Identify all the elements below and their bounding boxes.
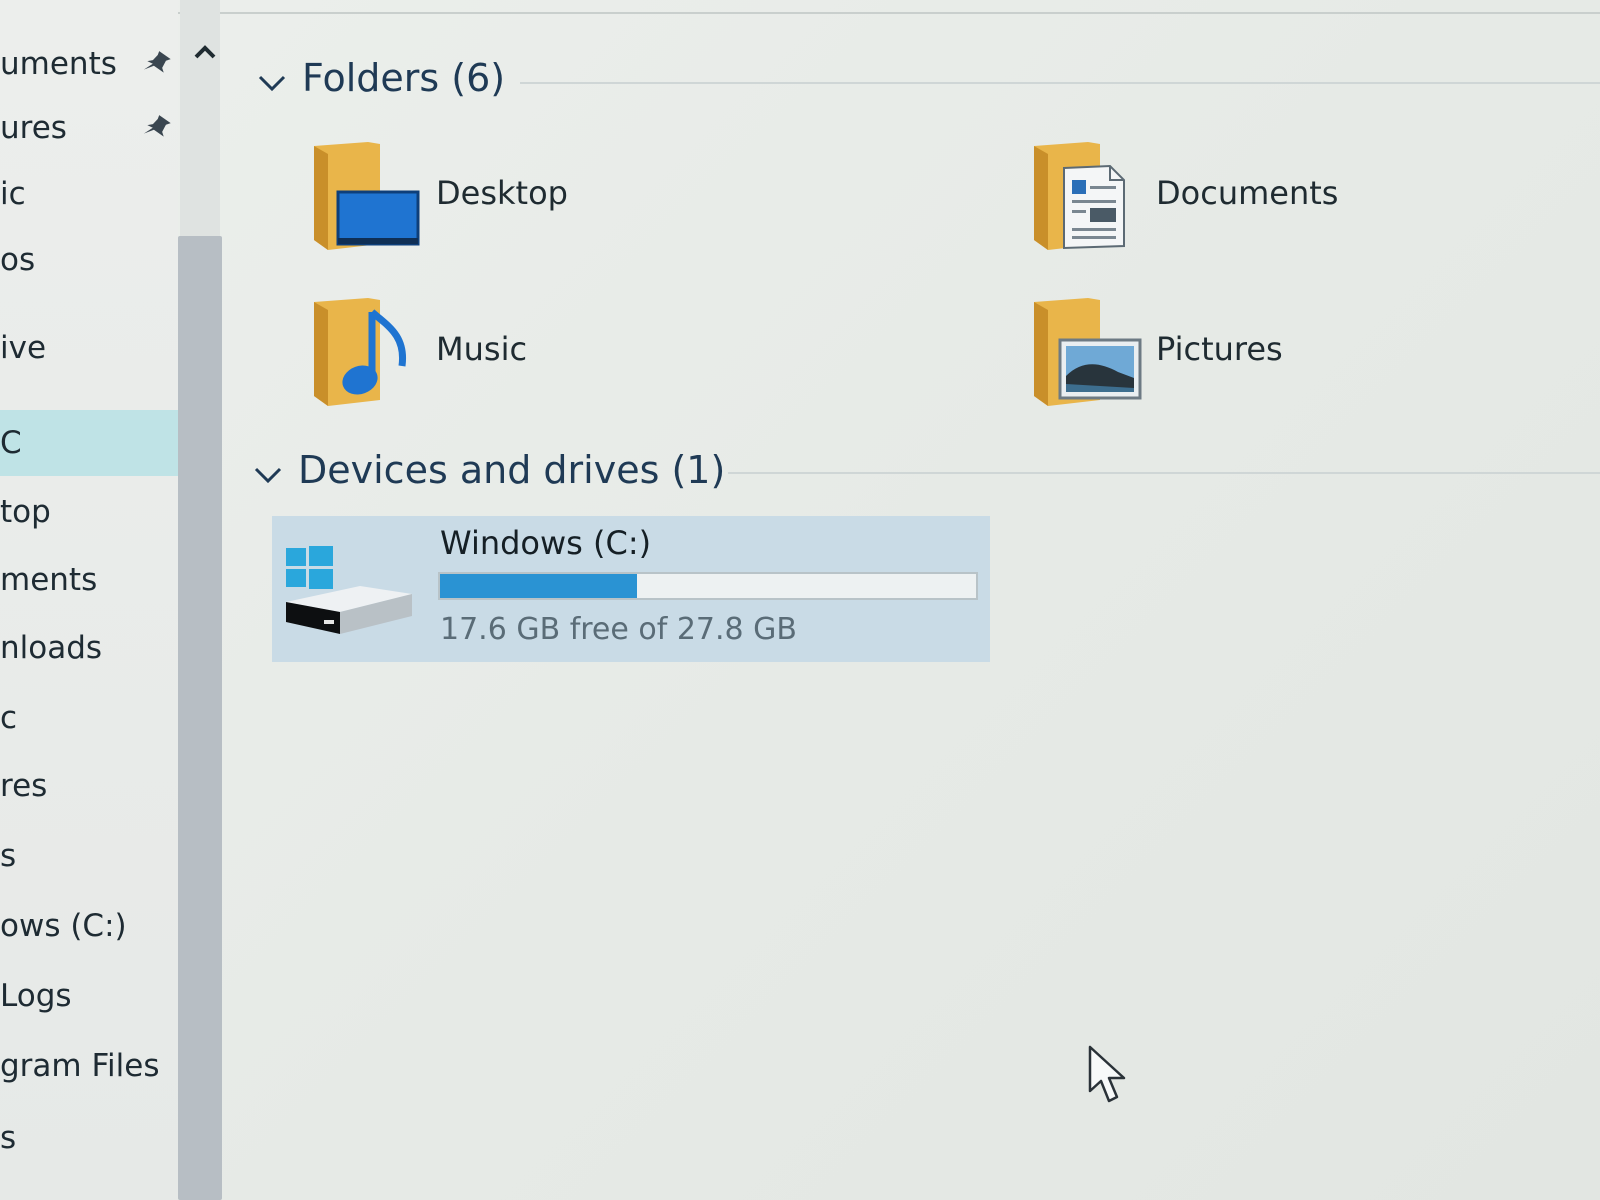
music-folder-icon [314,298,407,406]
section-divider [728,472,1600,474]
nav-item-label: gram Files [0,1048,160,1084]
nav-item-label: s [0,1120,17,1156]
folder-name: Documents [1156,174,1339,212]
nav-item-label: c [0,700,18,736]
windows-drive-icon [286,546,412,634]
nav-item-quick-access-pictures[interactable]: ures [0,100,178,156]
nav-item-label: uments [0,46,117,82]
nav-item-label: ments [0,562,98,598]
folder-name: Music [436,330,528,368]
nav-item-onedrive[interactable]: ive [0,320,178,376]
documents-folder-icon [1034,142,1125,250]
section-title: Devices and drives (1) [298,448,726,492]
drive-usage-bar [438,572,978,600]
drive-tile-windows-c[interactable]: Windows (C:) 17.6 GB free of 27.8 GB [272,516,990,662]
drive-name: Windows (C:) [440,524,652,562]
nav-item-program-files[interactable]: gram Files [0,1038,178,1094]
nav-item-downloads[interactable]: nloads [0,620,178,676]
nav-item-label: ows (C:) [0,908,127,944]
folder-name: Pictures [1156,330,1283,368]
nav-item-this-pc[interactable]: C [0,410,178,476]
nav-item-quick-access-documents[interactable]: uments [0,36,178,92]
folders-section-header[interactable]: Folders (6) [256,56,576,106]
drive-free-space: 17.6 GB free of 27.8 GB [440,612,797,647]
nav-item-label: res [0,768,48,804]
pin-icon[interactable] [142,112,172,142]
chevron-up-icon[interactable] [192,42,218,62]
nav-item-pictures[interactable]: res [0,758,178,814]
nav-item-users[interactable]: s [0,1110,178,1166]
nav-item-logs[interactable]: Logs [0,968,178,1024]
folder-tile-documents[interactable]: Documents [1030,140,1530,260]
devices-section-header[interactable]: Devices and drives (1) [252,448,732,498]
nav-item-label: s [0,838,17,874]
section-title: Folders (6) [302,56,506,100]
nav-item-desktop[interactable]: top [0,484,178,540]
nav-item-label: Logs [0,978,72,1014]
pictures-folder-icon [1034,298,1142,406]
pin-icon[interactable] [142,48,172,78]
folder-tile-pictures[interactable]: Pictures [1030,296,1530,416]
nav-item-label: C [0,425,22,461]
file-explorer-window: uments ures ic os ive C top ments nloads… [0,0,1600,1200]
folder-tile-music[interactable]: Music [310,296,810,416]
nav-item-label: ive [0,330,47,366]
folder-tile-desktop[interactable]: Desktop [310,140,810,260]
navigation-scrollbar-thumb[interactable] [178,236,222,1200]
chevron-down-icon[interactable] [256,72,288,94]
navigation-pane: uments ures ic os ive C top ments nloads… [0,0,178,1200]
nav-item-music[interactable]: ic [0,166,178,222]
nav-item-documents[interactable]: ments [0,552,178,608]
nav-item-label: top [0,494,51,530]
nav-item-label: os [0,242,36,278]
desktop-folder-icon [314,142,420,250]
nav-item-videos-2[interactable]: s [0,828,178,884]
nav-item-label: nloads [0,630,103,666]
mouse-cursor-icon [1088,1045,1126,1103]
nav-item-music-2[interactable]: c [0,690,178,746]
nav-item-label: ures [0,110,67,146]
drive-usage-fill [440,574,637,598]
chevron-down-icon[interactable] [252,464,284,486]
section-divider [520,82,1600,84]
folder-name: Desktop [436,174,568,212]
nav-item-label: ic [0,176,26,212]
nav-item-windows-c[interactable]: ows (C:) [0,898,178,954]
nav-item-videos[interactable]: os [0,232,178,288]
